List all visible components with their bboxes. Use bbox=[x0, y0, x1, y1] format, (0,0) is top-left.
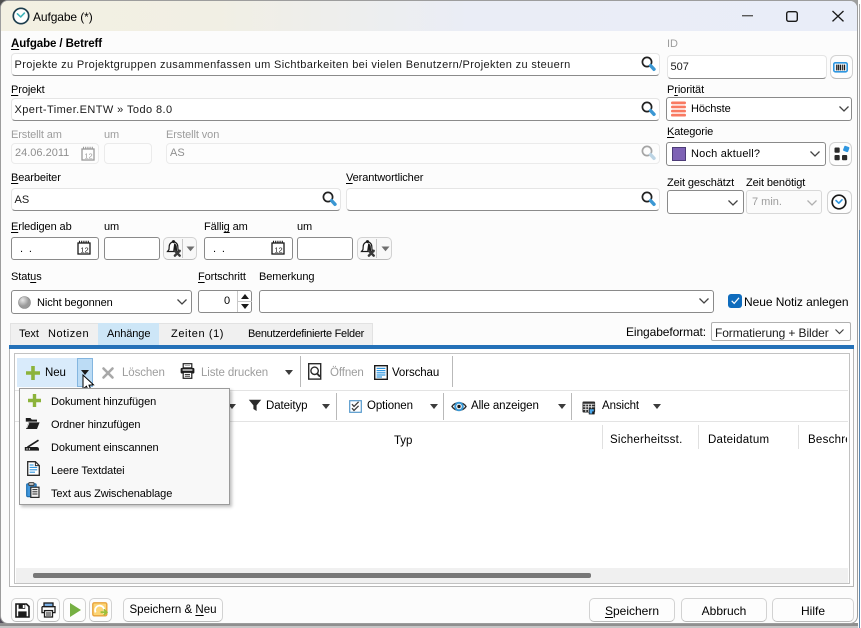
svg-text:12: 12 bbox=[84, 151, 92, 160]
svg-text:12: 12 bbox=[274, 245, 282, 254]
svg-text:12: 12 bbox=[80, 245, 88, 254]
